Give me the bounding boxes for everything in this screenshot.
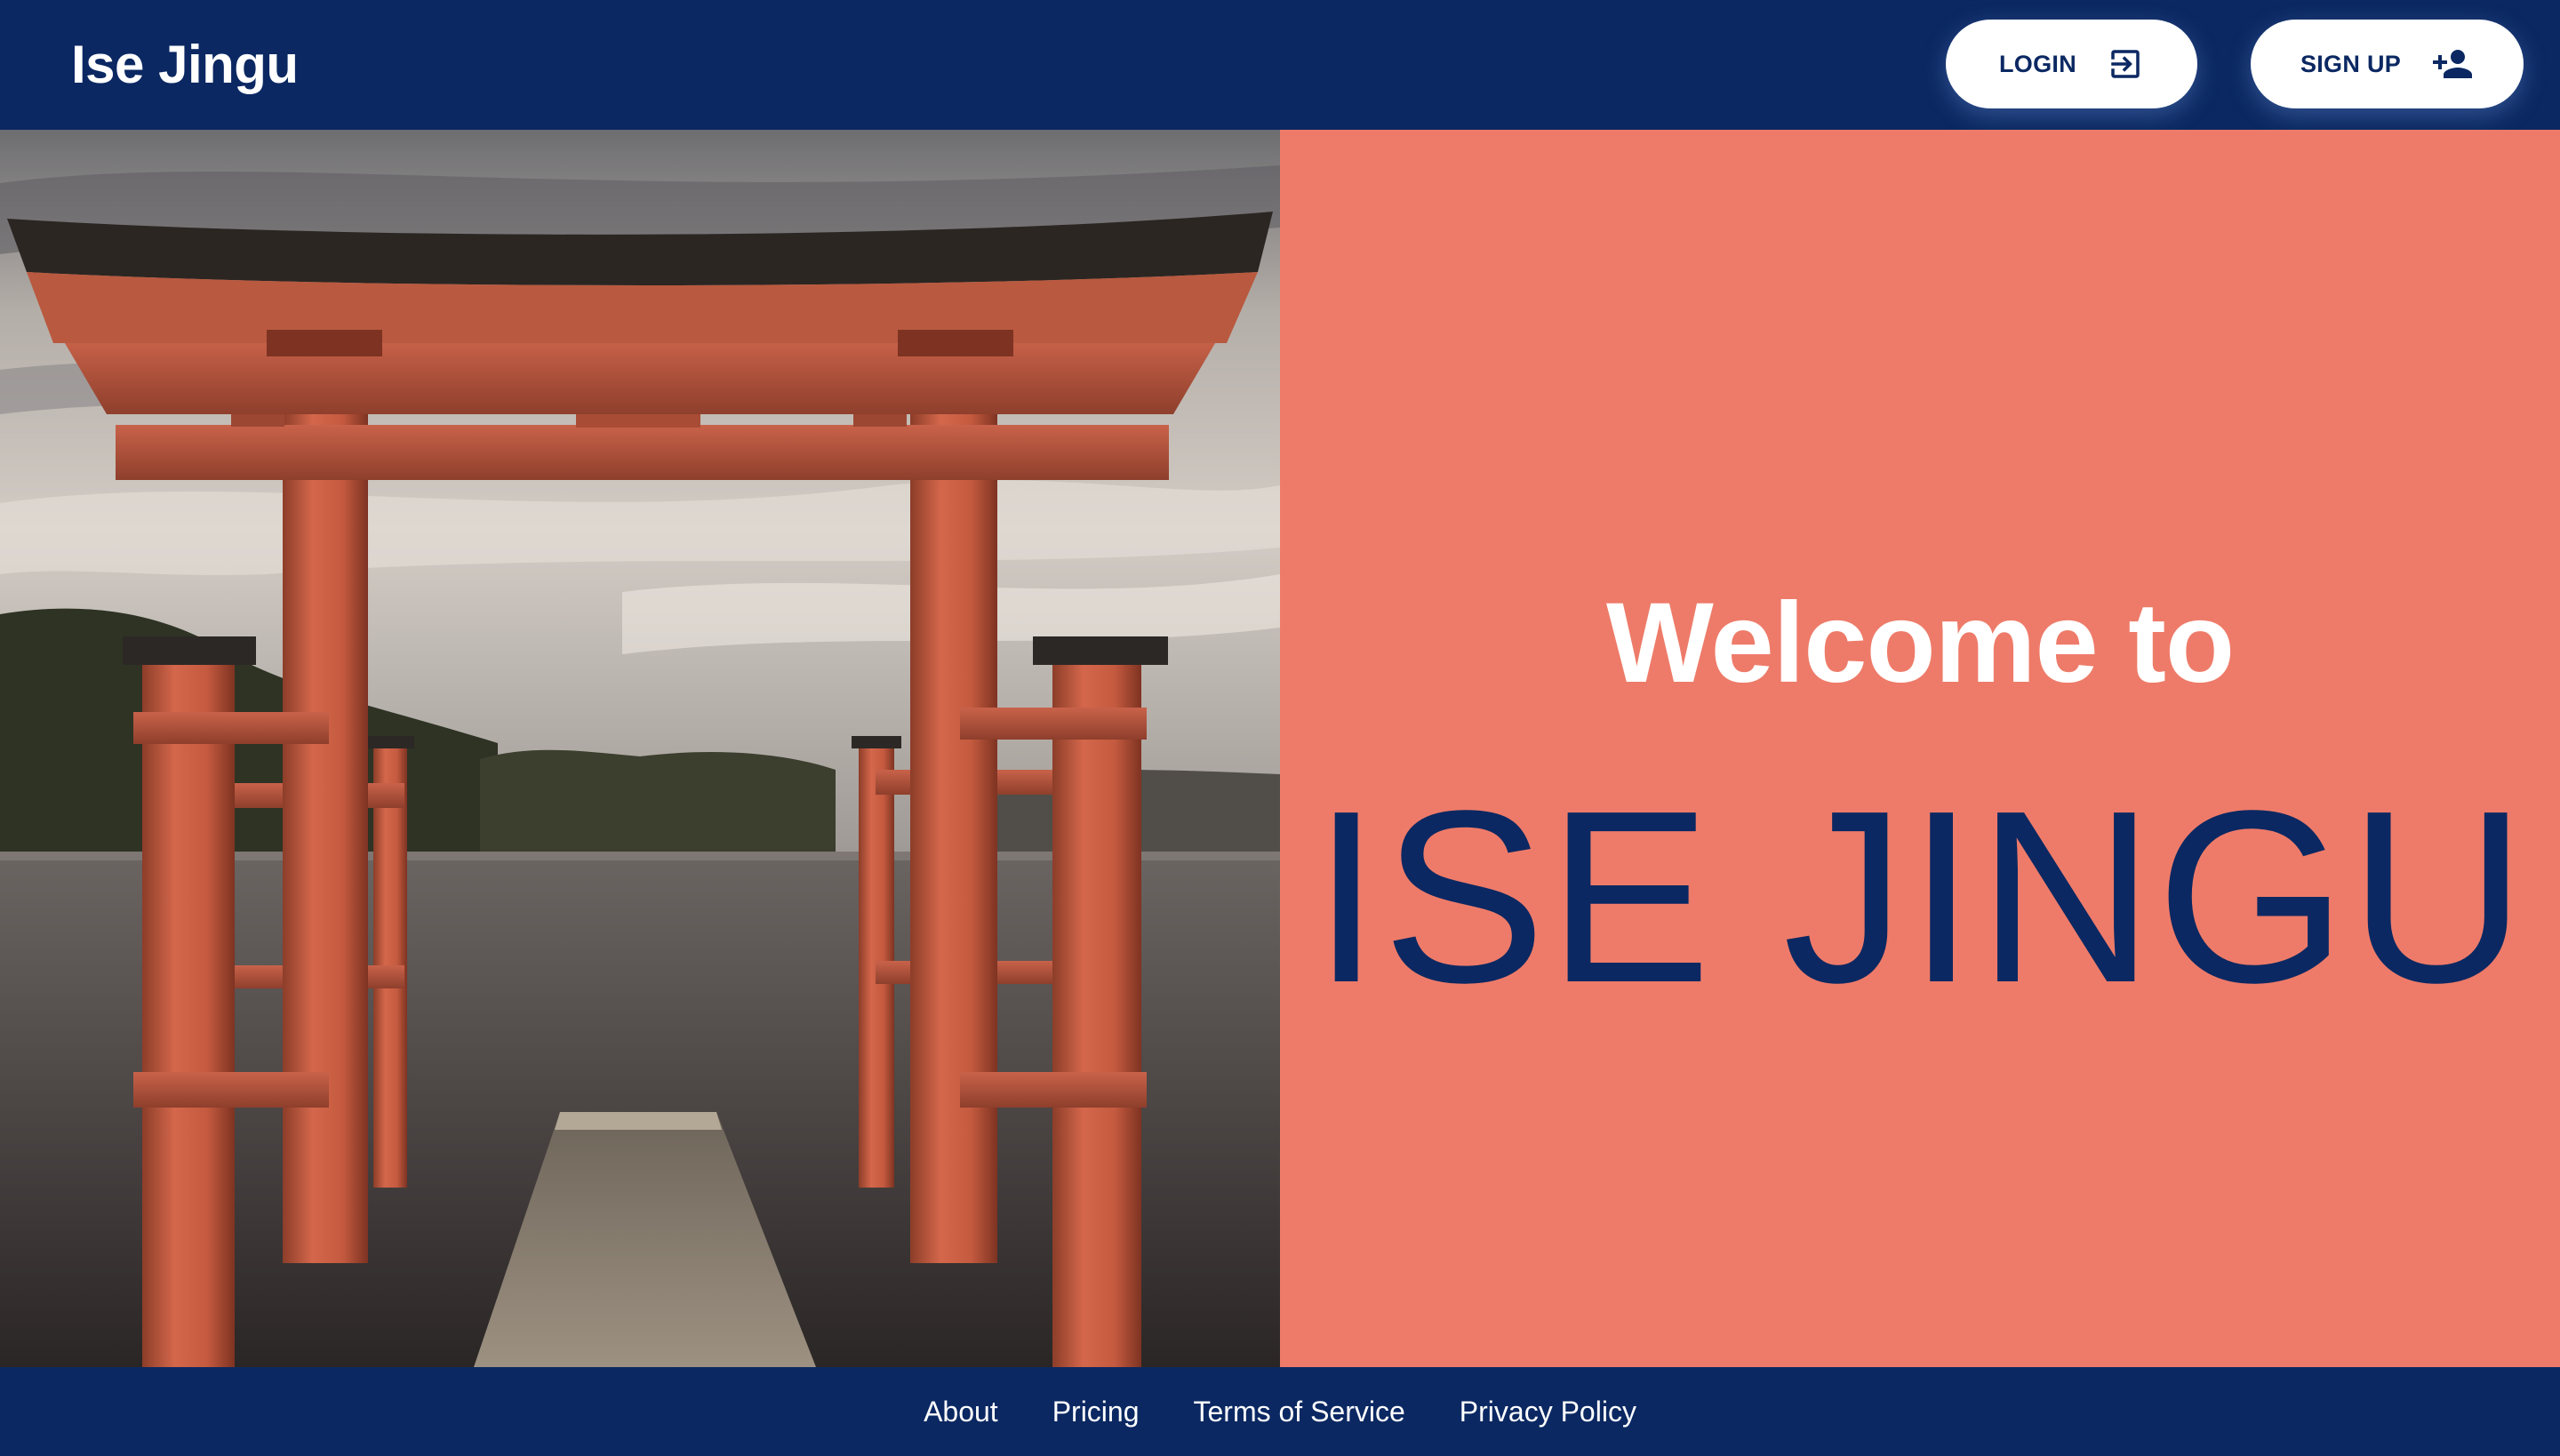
torii-gate-image <box>0 130 1280 1367</box>
login-icon <box>2111 50 2140 78</box>
person-add-icon <box>2433 50 2473 78</box>
brand-title[interactable]: Ise Jingu <box>71 0 299 130</box>
app-root: Ise Jingu LOGIN SIGN UP Welcome to ISE J… <box>0 0 2560 1456</box>
footer-link-terms[interactable]: Terms of Service <box>1194 1396 1405 1428</box>
welcome-panel: Welcome to ISE JINGU <box>1280 130 2560 1367</box>
login-button[interactable]: LOGIN <box>1946 20 2197 108</box>
hero-title: ISE JINGU <box>1312 760 2528 1034</box>
footer-nav: About Pricing Terms of Service Privacy P… <box>0 1367 2560 1456</box>
footer-link-pricing[interactable]: Pricing <box>1052 1396 1140 1428</box>
signup-button[interactable]: SIGN UP <box>2251 20 2524 108</box>
login-label: LOGIN <box>1999 50 2076 77</box>
hero-section: Welcome to ISE JINGU <box>0 130 2560 1367</box>
footer-link-privacy[interactable]: Privacy Policy <box>1460 1396 1636 1428</box>
welcome-text: Welcome to <box>1606 580 2235 707</box>
signup-label: SIGN UP <box>2300 50 2402 77</box>
footer-link-about[interactable]: About <box>924 1396 998 1428</box>
top-nav-bar: Ise Jingu LOGIN SIGN UP <box>0 0 2560 130</box>
